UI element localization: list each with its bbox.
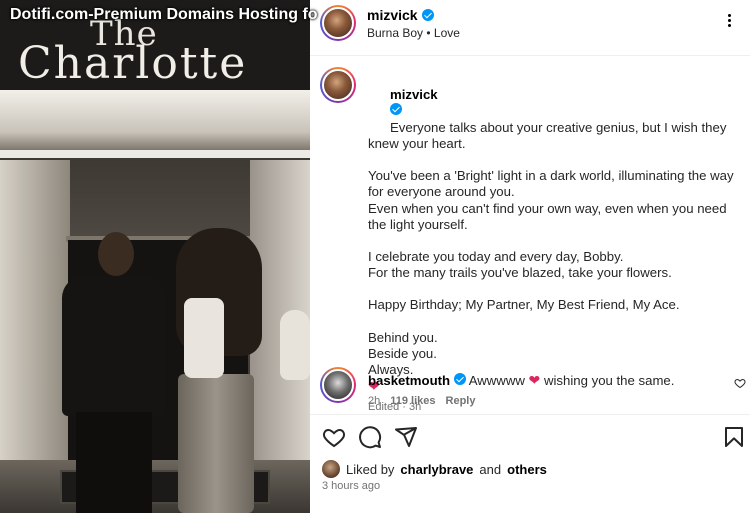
username-text[interactable]: mizvick xyxy=(367,7,418,23)
caption-line: Everyone talks about your creative geniu… xyxy=(368,119,731,151)
caption-line: Happy Birthday; My Partner, My Best Frie… xyxy=(368,297,680,313)
header-username[interactable]: mizvick xyxy=(367,7,434,23)
liker-avatar[interactable] xyxy=(322,460,340,478)
caption-spacer xyxy=(368,314,738,330)
post-panel: mizvick Burna Boy • Love mizvick Everyon… xyxy=(310,0,750,513)
reply-button[interactable]: Reply xyxy=(446,395,476,407)
audio-label[interactable]: Burna Boy • Love xyxy=(367,26,460,40)
caption-spacer xyxy=(368,233,738,249)
heart-emoji-icon: ❤ xyxy=(528,372,541,388)
bookmark-icon[interactable] xyxy=(722,425,746,449)
comment-icon[interactable] xyxy=(358,425,382,449)
verified-icon xyxy=(389,103,402,116)
comment: basketmouth Awwwww ❤ wishing you the sam… xyxy=(368,372,718,389)
caption-line: For the many trails you've blazed, take … xyxy=(368,265,672,281)
comment-meta: 2h 119 likes Reply xyxy=(368,395,476,407)
light-strip xyxy=(0,150,310,158)
post-header: mizvick Burna Boy • Love xyxy=(310,0,750,56)
comment-text: wishing you the same. xyxy=(543,373,675,388)
caption-line: Beside you. xyxy=(368,345,437,361)
comment-text: Awwwww xyxy=(468,373,525,388)
verified-icon xyxy=(453,373,466,385)
liked-by-and: and xyxy=(479,461,502,477)
share-icon[interactable] xyxy=(394,425,418,449)
comment-time: 2h xyxy=(368,395,381,407)
comment-likes[interactable]: 119 likes xyxy=(390,395,435,407)
woman-figure xyxy=(168,228,264,513)
watermark: Dotifi.com-Premium Domains Hosting fo xyxy=(10,6,318,23)
bear-statue xyxy=(280,310,310,380)
heart-outline-icon[interactable] xyxy=(322,425,346,449)
ceiling-beam xyxy=(0,90,310,150)
verified-icon xyxy=(421,9,434,21)
comment-username[interactable]: basketmouth xyxy=(368,373,450,388)
liked-by: Liked by charlybrave and others xyxy=(322,460,547,478)
caption-line: I celebrate you today and every day, Bob… xyxy=(368,249,624,265)
commenter-avatar[interactable] xyxy=(320,367,356,403)
man-figure xyxy=(62,232,166,513)
caption-username[interactable]: mizvick xyxy=(390,87,438,102)
post-caption: mizvick Everyone talks about your creati… xyxy=(368,71,738,416)
liked-by-prefix: Liked by xyxy=(346,461,395,477)
more-icon[interactable] xyxy=(720,14,740,28)
caption-spacer xyxy=(368,281,738,297)
post-timestamp: 3 hours ago xyxy=(322,480,381,492)
action-bar xyxy=(310,414,750,454)
liked-by-others[interactable]: others xyxy=(507,462,547,477)
sign-text-charlotte: Charlotte xyxy=(18,38,248,89)
liked-by-user[interactable]: charlybrave xyxy=(400,462,473,477)
caption-line: You've been a 'Bright' light in a dark w… xyxy=(368,168,738,200)
caption-line: Even when you can't find your own way, e… xyxy=(368,200,731,232)
caption-avatar[interactable] xyxy=(320,67,356,103)
post-photo[interactable]: The Charlotte xyxy=(0,0,310,513)
avatar[interactable] xyxy=(320,5,356,41)
comment-like-icon[interactable] xyxy=(734,377,746,392)
caption-line: Behind you. xyxy=(368,329,438,345)
